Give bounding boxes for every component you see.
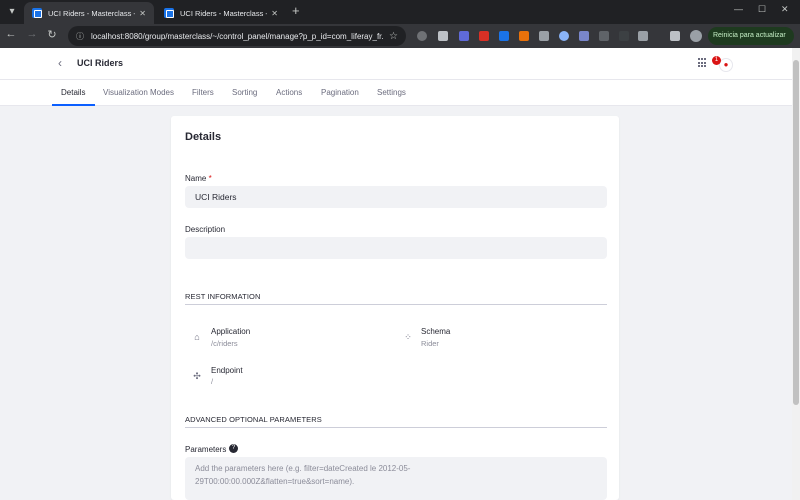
extension-icon[interactable] (619, 31, 629, 41)
name-label-text: Name (185, 174, 207, 183)
liferay-favicon-icon (164, 8, 174, 18)
puzzle-extensions-icon[interactable] (638, 31, 648, 41)
details-card (171, 116, 619, 500)
maximize-icon[interactable]: ☐ (758, 4, 766, 15)
back-arrow-icon[interactable]: ← (4, 28, 18, 40)
restart-update-button[interactable]: Reinicia para actualizar (708, 27, 794, 45)
schema-icon: ⁘ (404, 332, 412, 342)
name-input[interactable]: UCI Riders (185, 186, 607, 208)
tab-sorting[interactable]: Sorting (232, 88, 257, 97)
notification-badge[interactable]: 1 (712, 56, 721, 65)
extension-icon[interactable] (417, 31, 427, 41)
description-input[interactable] (185, 237, 607, 259)
tab-actions[interactable]: Actions (276, 88, 302, 97)
address-bar[interactable]: ⓘ localhost:8080/group/masterclass/~/con… (68, 26, 406, 46)
new-tab-button[interactable]: + (292, 4, 300, 18)
tab-pagination[interactable]: Pagination (321, 88, 359, 97)
endpoint-label: Endpoint (211, 366, 243, 375)
close-tab-icon[interactable]: ✕ (139, 9, 146, 18)
application-icon: ⌂ (194, 332, 200, 342)
extension-icon[interactable] (579, 31, 589, 41)
card-heading: Details (185, 131, 222, 143)
parameters-label: Parameters (185, 445, 227, 454)
forward-arrow-icon[interactable]: → (25, 28, 39, 40)
page-title: UCI Riders (77, 58, 124, 68)
back-chevron-icon[interactable]: ‹ (58, 56, 62, 70)
endpoint-value: / (211, 377, 214, 386)
rest-information-heading: REST INFORMATION (185, 292, 261, 301)
help-icon[interactable]: ? (229, 444, 238, 453)
extension-icon[interactable] (559, 31, 569, 41)
section-divider (185, 304, 607, 305)
liferay-favicon-icon (32, 8, 42, 18)
extension-icon[interactable] (438, 31, 448, 41)
name-label: Name * (185, 174, 212, 183)
extension-icon[interactable] (539, 31, 549, 41)
profile-avatar[interactable] (690, 30, 702, 42)
minimize-icon[interactable]: — (734, 4, 743, 14)
endpoint-icon: ✣ (193, 371, 201, 381)
tab-settings[interactable]: Settings (377, 88, 406, 97)
user-avatar-icon[interactable]: ● (719, 58, 733, 72)
app-header: ‹ UCI Riders (0, 48, 792, 80)
url-text[interactable]: localhost:8080/group/masterclass/~/contr… (91, 32, 383, 41)
tab-filters[interactable]: Filters (192, 88, 214, 97)
active-tab-indicator (52, 104, 95, 106)
close-window-icon[interactable]: ✕ (781, 4, 789, 15)
site-info-icon[interactable]: ⓘ (76, 31, 84, 42)
bookmark-star-icon[interactable]: ☆ (389, 31, 398, 42)
section-divider (185, 427, 607, 428)
schema-label: Schema (421, 327, 451, 336)
browser-tab-strip: ▾ UCI Riders - Masterclass - Liferay ✕ U… (0, 0, 800, 24)
schema-value: Rider (421, 339, 439, 348)
application-label: Application (211, 327, 251, 336)
parameters-textarea[interactable]: Add the parameters here (e.g. filter=dat… (185, 457, 607, 500)
settings-tabs: Details Visualization Modes Filters Sort… (0, 80, 792, 106)
browser-tab-title: UCI Riders - Masterclass - Liferay (48, 8, 135, 18)
close-tab-icon[interactable]: ✕ (271, 9, 278, 18)
browser-tab-title: UCI Riders - Masterclass - Liferay (180, 8, 267, 18)
reload-icon[interactable]: ↻ (45, 28, 59, 41)
parameters-placeholder-line: Add the parameters here (e.g. filter=dat… (195, 464, 411, 473)
required-asterisk: * (208, 174, 212, 183)
tab-search-icon[interactable]: ▾ (4, 4, 20, 20)
extension-icon[interactable] (499, 31, 509, 41)
description-label: Description (185, 225, 226, 234)
tab-visualization-modes[interactable]: Visualization Modes (103, 88, 174, 97)
extension-icon[interactable] (599, 31, 609, 41)
advanced-parameters-heading: ADVANCED OPTIONAL PARAMETERS (185, 415, 322, 424)
extension-icon[interactable] (519, 31, 529, 41)
extension-icon[interactable] (459, 31, 469, 41)
reading-list-icon[interactable] (670, 31, 680, 41)
browser-tab-active[interactable]: UCI Riders - Masterclass - Liferay ✕ (24, 2, 154, 24)
tab-details[interactable]: Details (61, 88, 85, 97)
parameters-placeholder-line: 29T00:00:00.000Z&flatten=true&sort=name)… (195, 477, 355, 486)
browser-toolbar: ← → ↻ ⓘ localhost:8080/group/masterclass… (0, 24, 800, 48)
applications-menu-icon[interactable] (698, 58, 708, 68)
browser-tab[interactable]: UCI Riders - Masterclass - Liferay ✕ (156, 2, 286, 24)
application-value: /c/riders (211, 339, 238, 348)
extension-icon[interactable] (479, 31, 489, 41)
scrollbar-thumb[interactable] (793, 60, 799, 405)
